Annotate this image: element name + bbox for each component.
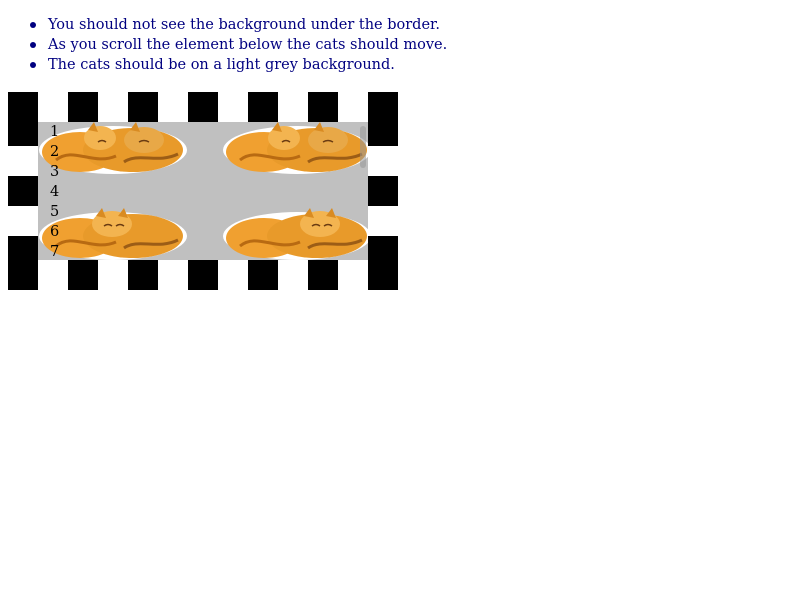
cat-image <box>223 208 368 260</box>
cat-image <box>39 122 187 174</box>
instruction-item: You should not see the background under … <box>28 15 447 35</box>
border-square <box>128 260 158 290</box>
scroll-line: 7 <box>50 244 60 260</box>
scroll-line: 3 <box>50 164 60 180</box>
border-square <box>368 92 398 146</box>
border-square <box>248 92 278 122</box>
instruction-item: As you scroll the element below the cats… <box>28 35 447 55</box>
instruction-item: The cats should be on a light grey backg… <box>28 55 447 75</box>
scroll-line: 2 <box>50 144 60 160</box>
border-square <box>308 260 338 290</box>
border-square <box>188 260 218 290</box>
checkered-border-box: 1 2 3 4 5 6 7 <box>8 92 398 290</box>
bullet-icon <box>30 42 36 48</box>
scrollbar-thumb[interactable] <box>360 126 366 168</box>
cat-image <box>39 208 187 260</box>
border-square <box>368 176 398 206</box>
bullet-icon <box>30 62 36 68</box>
border-square <box>8 236 38 290</box>
cat-image <box>223 122 368 174</box>
border-square <box>8 176 38 206</box>
scroll-content: 1 2 3 4 5 6 7 <box>50 122 59 260</box>
border-square <box>68 260 98 290</box>
scroll-line: 5 <box>50 204 60 220</box>
instruction-text: You should not see the background under … <box>48 17 440 33</box>
border-square <box>368 236 398 290</box>
scroll-line: 4 <box>50 184 60 200</box>
border-square <box>248 260 278 290</box>
border-square <box>128 92 158 122</box>
border-square <box>188 92 218 122</box>
border-square <box>8 92 38 146</box>
bullet-icon <box>30 22 36 28</box>
scroll-line: 1 <box>50 124 60 140</box>
instruction-text: As you scroll the element below the cats… <box>48 37 448 53</box>
instruction-text: The cats should be on a light grey backg… <box>48 57 395 73</box>
instruction-list: You should not see the background under … <box>28 15 447 75</box>
scrollable-element[interactable]: 1 2 3 4 5 6 7 <box>38 122 368 260</box>
border-square <box>308 92 338 122</box>
border-square <box>68 92 98 122</box>
scroll-line: 6 <box>50 224 60 240</box>
